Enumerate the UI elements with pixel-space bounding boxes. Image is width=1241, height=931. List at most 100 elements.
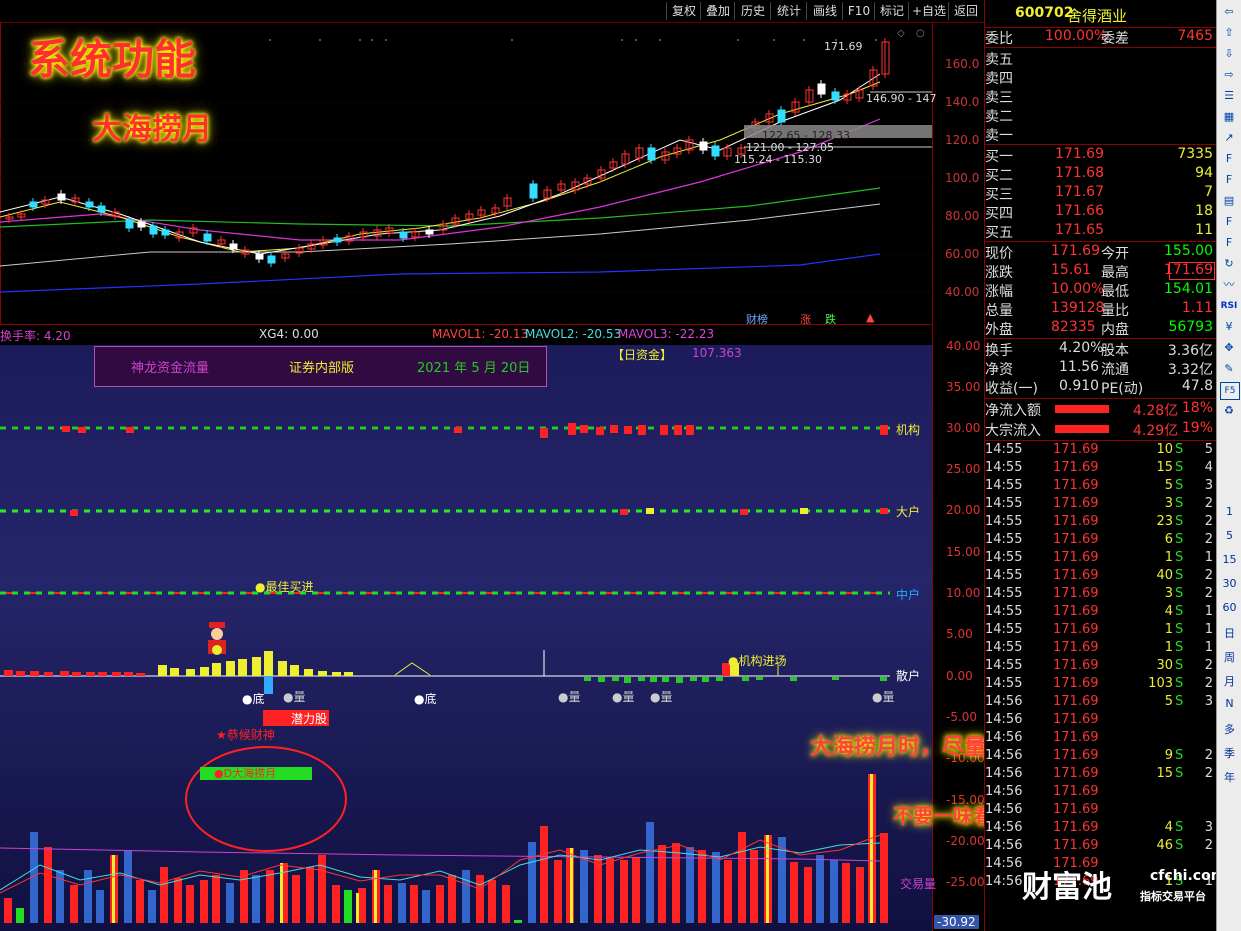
tick-side: S (1175, 676, 1184, 691)
pen-icon[interactable]: ✎ (1220, 361, 1238, 377)
tick-volume: 40 (1156, 568, 1173, 583)
fuquan-button[interactable]: 复权 (666, 2, 701, 20)
retail-bar (212, 663, 221, 676)
cycle-icon[interactable]: ♻ (1220, 403, 1238, 419)
tick-side: S (1175, 838, 1184, 853)
retail-yellow-line (394, 662, 431, 676)
candle (333, 237, 342, 243)
period-button[interactable]: 30 (1217, 577, 1241, 590)
retail-bar (332, 672, 341, 676)
up-icon[interactable]: ⇧ (1220, 25, 1238, 41)
f10b-icon[interactable]: F (1220, 235, 1238, 251)
rsi-icon[interactable]: RSI (1220, 298, 1238, 314)
flow-label: 大宗流入 (985, 423, 1041, 439)
f12-icon[interactable]: F (1220, 214, 1238, 230)
move-icon[interactable]: ✥ (1220, 340, 1238, 356)
tick-side: S (1175, 694, 1184, 709)
retail-neg-bar (790, 677, 797, 681)
price-tick: 40.00 (945, 285, 980, 299)
f10-icon[interactable]: F (1220, 151, 1238, 167)
add-watchlist-button[interactable]: +自选 (908, 2, 949, 20)
period-button[interactable]: 1 (1217, 505, 1241, 518)
back-button[interactable]: 返回 (948, 2, 983, 20)
money-icon[interactable]: ¥ (1220, 319, 1238, 335)
volume-bar (358, 888, 366, 923)
volume-bar (580, 850, 588, 923)
overlay-button[interactable]: 叠加 (700, 2, 735, 20)
period-button[interactable]: N (1217, 697, 1241, 710)
stat-value-2: 154.01 (1164, 281, 1213, 297)
volume-bar (398, 883, 406, 923)
highlight-circle (185, 746, 347, 852)
volume-bar (344, 890, 352, 923)
chart-icon[interactable]: ↗ (1220, 130, 1238, 146)
stats-button[interactable]: 统计 (770, 2, 807, 20)
tick-volume: 46 (1156, 838, 1173, 853)
tick-time: 14:56 (985, 874, 1023, 889)
weibi-value: 100.00% (1045, 28, 1108, 44)
draw-line-button[interactable]: 画线 (806, 2, 843, 20)
retail-neg-bar (638, 677, 645, 681)
retail-bar (124, 672, 133, 676)
wave-icon[interactable]: 〰 (1220, 277, 1238, 293)
tick-price: 171.69 (1053, 748, 1099, 763)
list-icon[interactable]: ☰ (1220, 88, 1238, 104)
period-button[interactable]: 多 (1217, 721, 1241, 737)
retail-bar (344, 672, 353, 676)
period-button[interactable]: 15 (1217, 553, 1241, 566)
tick-row: 14:55 171.69 103 S 2 (985, 676, 1217, 695)
tick-time: 14:56 (985, 802, 1023, 817)
fund-stat-row: 净资 11.56 流通 3.32亿 (985, 359, 1217, 378)
f10-button[interactable]: F10 (842, 2, 875, 20)
tick-time: 14:55 (985, 658, 1023, 673)
back-icon[interactable]: ⇦ (1220, 4, 1238, 20)
stat-value-2: 155.00 (1164, 243, 1213, 259)
retail-bar (170, 668, 179, 676)
inst-line-label: 机构 (896, 423, 921, 437)
down-icon[interactable]: ⇩ (1220, 46, 1238, 62)
tick-side: S (1175, 568, 1184, 583)
period-button[interactable]: 5 (1217, 529, 1241, 542)
fi-icon[interactable]: F (1220, 172, 1238, 188)
grid-icon[interactable]: ▦ (1220, 109, 1238, 125)
candle (399, 231, 408, 239)
mark-button[interactable]: 标记 (874, 2, 909, 20)
tick-volume: 5 (1164, 478, 1173, 493)
retail-neg-bar (756, 677, 763, 680)
triangle-icon: ▲ (866, 311, 875, 324)
period-button[interactable]: 日 (1217, 625, 1241, 641)
history-button[interactable]: 历史 (734, 2, 771, 20)
volume-bar (750, 850, 758, 923)
volume-bar (226, 883, 234, 923)
tick-row: 14:55 171.69 30 S 2 (985, 658, 1217, 677)
sell-level-label: 卖四 (985, 71, 1013, 87)
tick-volume: 4 (1164, 820, 1173, 835)
tick-price: 171.69 (1053, 604, 1099, 619)
tick-volume: 15 (1156, 460, 1173, 475)
tick-time: 14:55 (985, 640, 1023, 655)
volume-bar (476, 875, 484, 923)
volume-bar (830, 860, 838, 923)
period-button[interactable]: 季 (1217, 745, 1241, 761)
retail-bar (60, 671, 69, 676)
inst-entry-label: ●机构进场 (728, 654, 787, 668)
fund-stat-label: 换手 (985, 343, 1013, 359)
export-icon[interactable]: ⇨ (1220, 67, 1238, 83)
volume-bar (554, 860, 562, 923)
retail-bar (44, 672, 53, 676)
tick-row: 14:55 171.69 4 S 1 (985, 604, 1217, 623)
period-button[interactable]: 60 (1217, 601, 1241, 614)
big-bar (880, 508, 888, 514)
f5-icon[interactable]: F5 (1220, 382, 1240, 400)
fund-chart[interactable] (0, 345, 932, 931)
fund-stat-row: 收益(一) 0.910 PE(动) 47.8 (985, 378, 1217, 397)
volume-bar (332, 885, 340, 923)
doc-icon[interactable]: ▤ (1220, 193, 1238, 209)
tick-volume: 3 (1164, 586, 1173, 601)
period-button[interactable]: 年 (1217, 769, 1241, 785)
period-button[interactable]: 月 (1217, 673, 1241, 689)
tick-side: S (1175, 604, 1184, 619)
period-button[interactable]: 周 (1217, 649, 1241, 665)
refresh-icon[interactable]: ↻ (1220, 256, 1238, 272)
volume-mark: ●量 (558, 690, 581, 704)
